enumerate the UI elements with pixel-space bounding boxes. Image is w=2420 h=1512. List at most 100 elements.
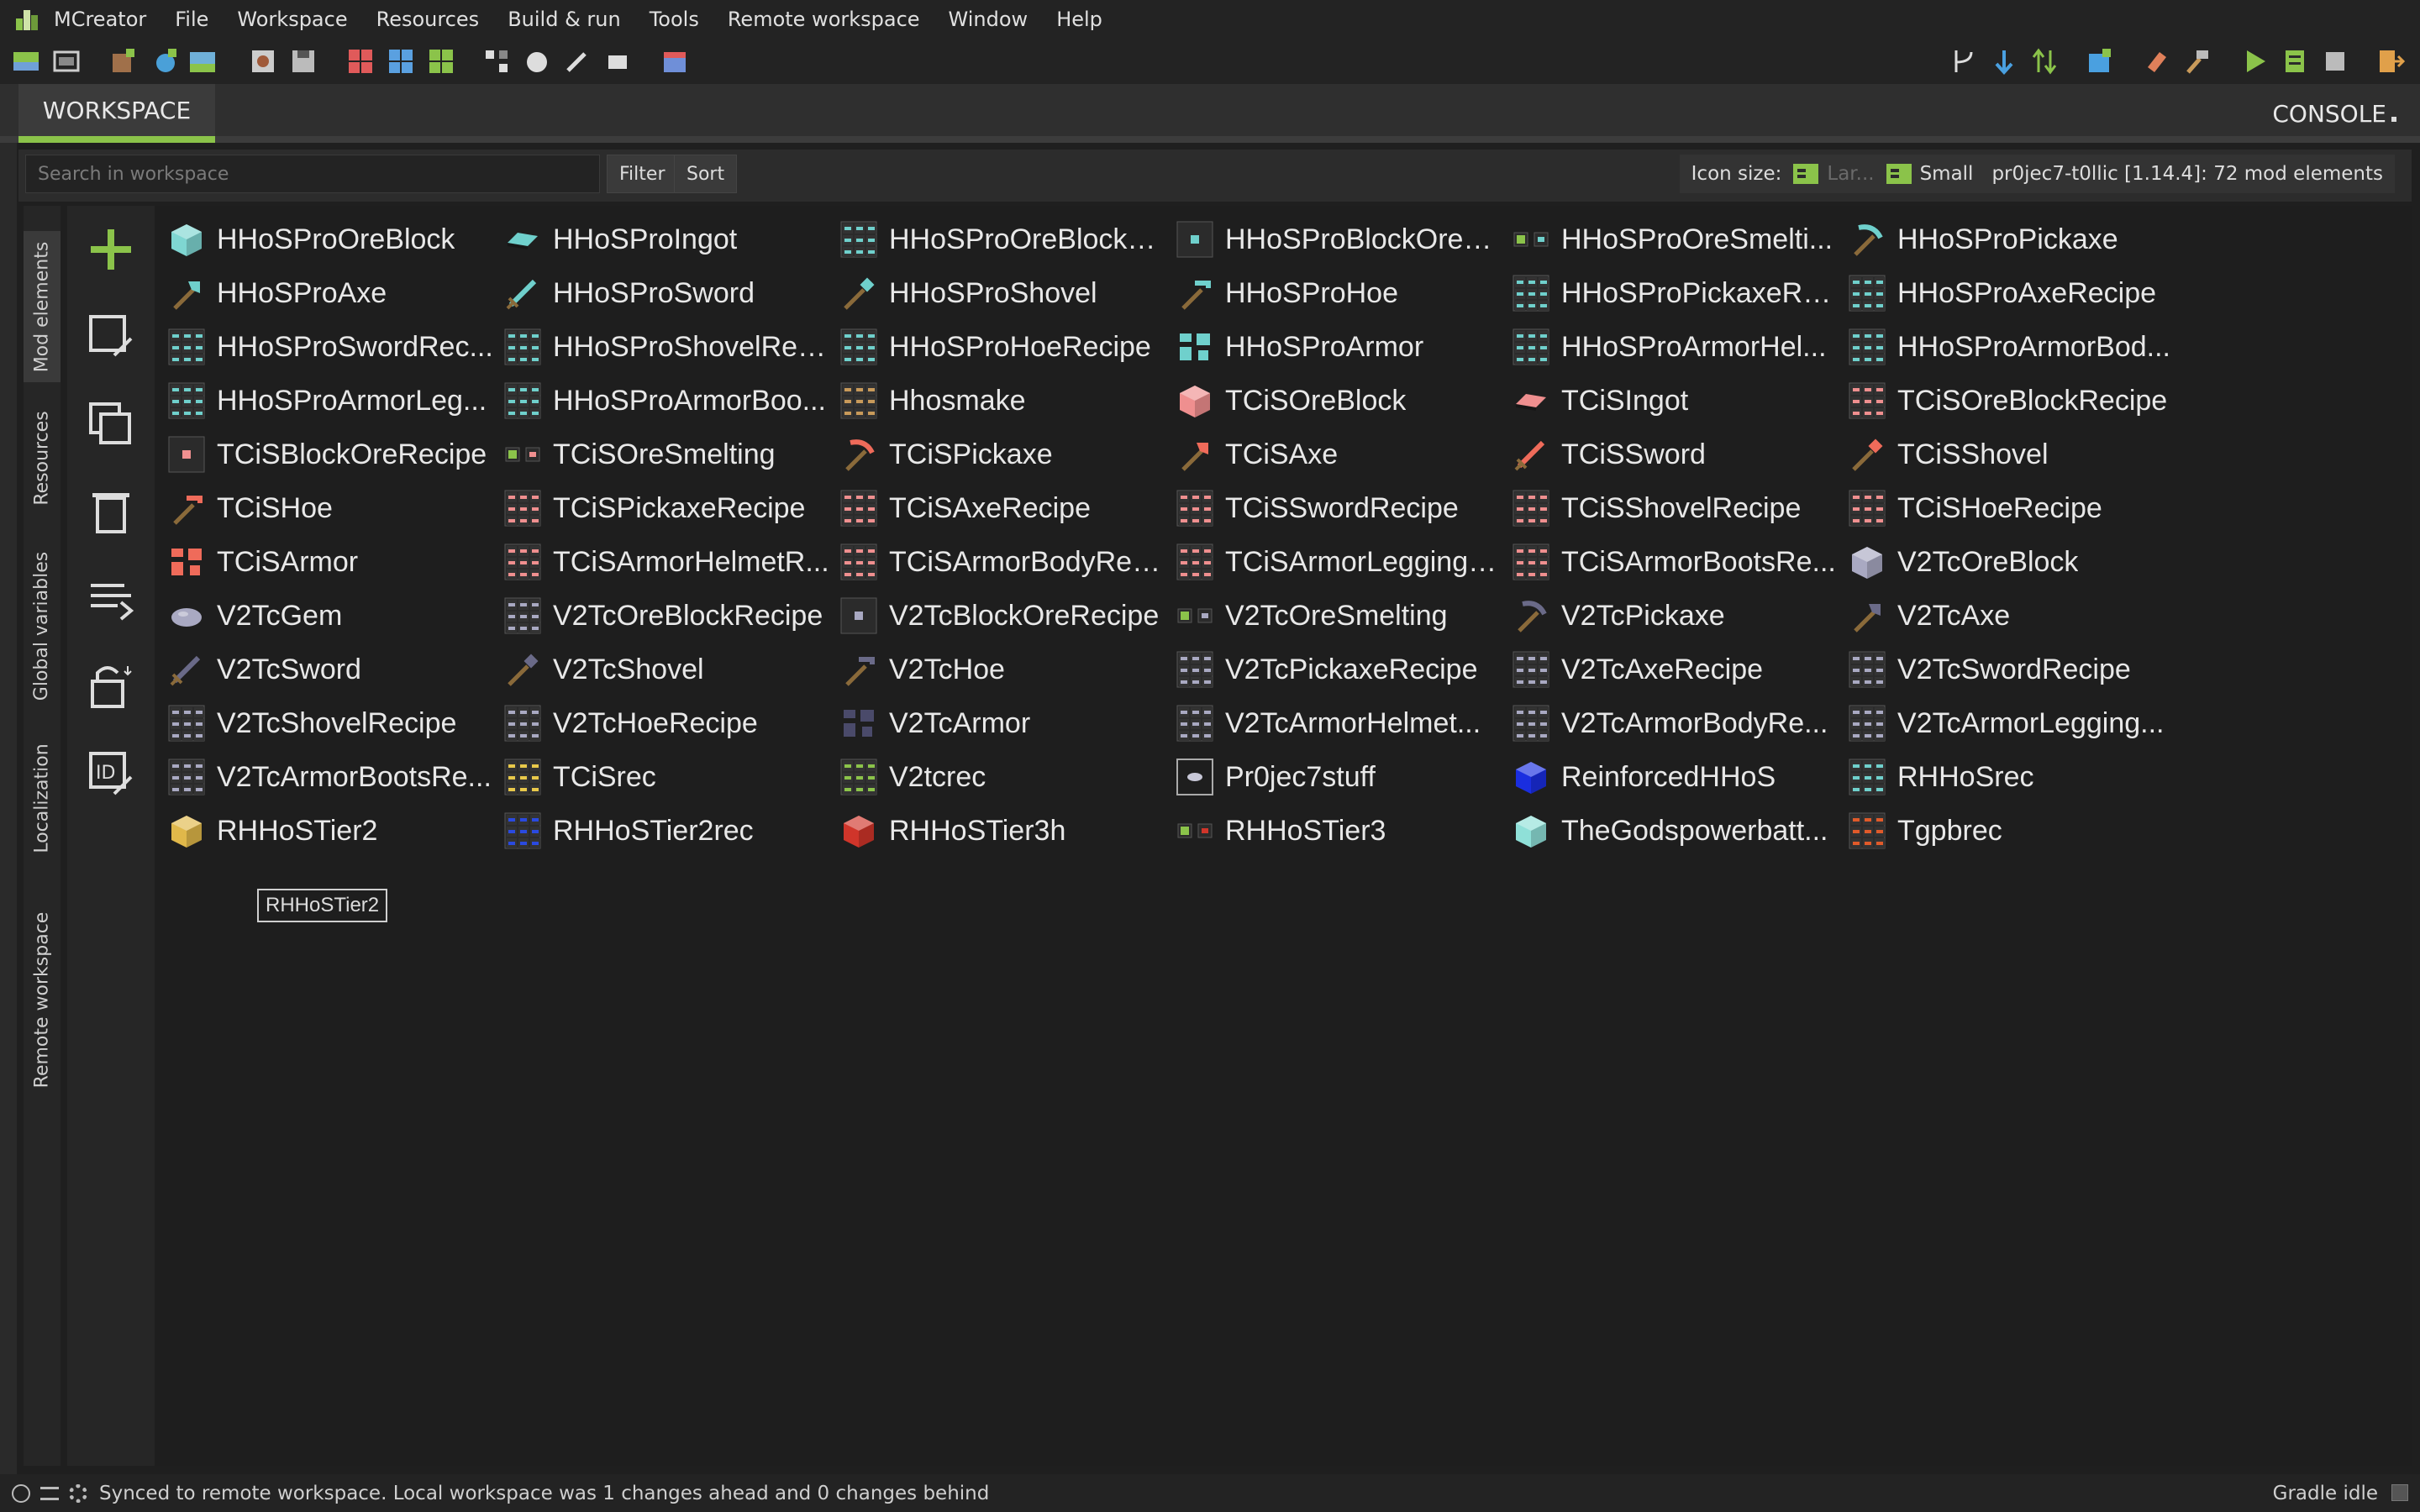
mod-element-item[interactable]: TCiSOreBlockRecipe [1847, 374, 2183, 428]
mod-element-item[interactable]: V2TcPickaxe [1511, 589, 1847, 643]
mod-element-item[interactable]: HHoSProHoe [1175, 266, 1511, 320]
stop-icon[interactable] [2321, 47, 2349, 76]
remote-icon[interactable] [40, 1486, 59, 1500]
mod-element-item[interactable]: V2TcArmorBootsRe... [166, 750, 502, 804]
mod-element-item[interactable]: RHHoSTier2rec [502, 804, 839, 858]
mod-element-item[interactable]: TCiSSword [1511, 428, 1847, 481]
mod-element-item[interactable]: HHoSProSwordRec... [166, 320, 502, 374]
mod-element-item[interactable]: TCiSOreBlock [1175, 374, 1511, 428]
mod-element-item[interactable]: HHoSProArmorHel... [1511, 320, 1847, 374]
menu-resources[interactable]: Resources [376, 8, 480, 31]
export-mod-icon[interactable] [2376, 47, 2406, 76]
settings-gear-icon[interactable] [69, 1483, 87, 1503]
export-icon[interactable] [2086, 47, 2114, 76]
cloud-icon[interactable] [523, 47, 551, 76]
mod-element-item[interactable]: V2TcArmor [839, 696, 1175, 750]
mod-element-item[interactable]: V2tcrec [839, 750, 1175, 804]
import-texture-icon[interactable] [109, 47, 138, 76]
mod-element-item[interactable]: V2TcBlockOreRecipe [839, 589, 1175, 643]
tab-console[interactable]: CONSOLE [2272, 84, 2396, 143]
menu-remote-workspace[interactable]: Remote workspace [728, 8, 920, 31]
import-model-icon[interactable] [188, 47, 217, 76]
info-icon[interactable] [12, 1483, 30, 1503]
mod-element-item[interactable]: TCiSPickaxe [839, 428, 1175, 481]
mod-element-item[interactable]: HHoSProShovel [839, 266, 1175, 320]
mod-element-item[interactable]: TCiSArmorBootsRe... [1511, 535, 1847, 589]
hammer-icon[interactable] [2183, 47, 2212, 76]
import-sound-icon[interactable] [151, 47, 180, 76]
vtab-remote-workspace[interactable]: Remote workspace [24, 903, 60, 1096]
search-input[interactable] [25, 155, 600, 193]
mod-element-item[interactable]: HHoSProOreSmelti... [1511, 213, 1847, 266]
mod-element-item[interactable]: HHoSProSword [502, 266, 839, 320]
structure-icon[interactable] [482, 47, 511, 76]
sort-button[interactable]: Sort [674, 155, 738, 193]
menu-tools[interactable]: Tools [650, 8, 699, 31]
vtab-localization[interactable]: Localization [24, 727, 60, 869]
mod-element-item[interactable]: HHoSProPickaxe [1847, 213, 2183, 266]
menu-build-run[interactable]: Build & run [508, 8, 621, 31]
mod-element-item[interactable]: RHHoSTier3h [839, 804, 1175, 858]
mod-element-item[interactable]: RHHoSTier3 [1175, 804, 1511, 858]
eraser-icon[interactable] [2143, 47, 2171, 76]
mod-element-item[interactable]: HHoSProAxeRecipe [1847, 266, 2183, 320]
menu-workspace[interactable]: Workspace [237, 8, 347, 31]
mod-element-item[interactable]: HHoSProShovelRec... [502, 320, 839, 374]
mod-element-item[interactable]: Tgpbrec [1847, 804, 2183, 858]
mod-element-item[interactable]: V2TcArmorLegging... [1847, 696, 2183, 750]
mod-element-item[interactable]: HHoSProOreBlock [166, 213, 502, 266]
mod-element-item[interactable]: TCiSHoeRecipe [1847, 481, 2183, 535]
mod-element-item[interactable]: HHoSProArmorLeg... [166, 374, 502, 428]
mod-element-item[interactable]: Hhosmake [839, 374, 1175, 428]
menu-help[interactable]: Help [1056, 8, 1102, 31]
mod-element-item[interactable]: RHHoSTier2 [166, 804, 502, 858]
element-id-icon[interactable]: ID [84, 747, 138, 801]
grid-icon[interactable] [427, 47, 455, 76]
code-view-icon[interactable] [84, 572, 138, 626]
open-folder-icon[interactable] [52, 47, 81, 76]
mod-element-item[interactable]: V2TcHoeRecipe [502, 696, 839, 750]
mod-element-item[interactable]: TCiSHoe [166, 481, 502, 535]
mod-element-item[interactable]: V2TcPickaxeRecipe [1175, 643, 1511, 696]
icon-size-large-option[interactable]: Lar... [1793, 163, 1875, 185]
mod-element-item[interactable]: V2TcGem [166, 589, 502, 643]
mod-element-item[interactable]: TCiSShovel [1847, 428, 2183, 481]
mod-element-item[interactable]: V2TcArmorBodyRe... [1511, 696, 1847, 750]
mod-element-item[interactable]: V2TcAxe [1847, 589, 2183, 643]
run-server-icon[interactable] [2281, 47, 2309, 76]
mod-element-item[interactable]: V2TcOreBlockRecipe [502, 589, 839, 643]
mod-element-item[interactable]: HHoSProIngot [502, 213, 839, 266]
mod-element-item[interactable]: TCiSPickaxeRecipe [502, 481, 839, 535]
mod-element-item[interactable]: TCiSIngot [1511, 374, 1847, 428]
vtab-resources[interactable]: Resources [24, 399, 60, 517]
texture-maker-icon[interactable] [346, 47, 375, 76]
duplicate-element-icon[interactable] [84, 397, 138, 451]
mod-element-item[interactable]: V2TcSwordRecipe [1847, 643, 2183, 696]
icon-size-small-option[interactable]: Small [1886, 163, 1973, 185]
menu-file[interactable]: File [175, 8, 208, 31]
mod-element-item[interactable]: V2TcShovelRecipe [166, 696, 502, 750]
add-element-icon[interactable] [84, 223, 138, 276]
mod-element-item[interactable]: HHoSProArmorBod... [1847, 320, 2183, 374]
mod-element-item[interactable]: TCiSArmorLeggings... [1175, 535, 1511, 589]
mod-element-item[interactable]: V2TcAxeRecipe [1511, 643, 1847, 696]
layout-icon[interactable] [387, 47, 415, 76]
mod-element-item[interactable]: V2TcShovel [502, 643, 839, 696]
mod-element-item[interactable]: TCiSArmorBodyRec... [839, 535, 1175, 589]
tools-icon[interactable] [563, 47, 592, 76]
run-client-icon[interactable] [2240, 47, 2269, 76]
edit-element-icon[interactable] [84, 310, 138, 364]
mod-element-item[interactable]: HHoSProArmorBoo... [502, 374, 839, 428]
mod-element-item[interactable]: TCiSOreSmelting [502, 428, 839, 481]
left-edge-handle[interactable] [0, 84, 17, 1474]
mod-element-item[interactable]: TCiSrec [502, 750, 839, 804]
plugins-icon[interactable] [603, 47, 632, 76]
mod-element-item[interactable]: V2TcSword [166, 643, 502, 696]
mod-element-item[interactable]: TCiSSwordRecipe [1175, 481, 1511, 535]
mod-element-item[interactable]: HHoSProArmor [1175, 320, 1511, 374]
record-icon[interactable] [249, 47, 277, 76]
mod-element-item[interactable]: TCiSBlockOreRecipe [166, 428, 502, 481]
mod-element-item[interactable]: HHoSProAxe [166, 266, 502, 320]
mod-element-item[interactable]: Pr0jec7stuff [1175, 750, 1511, 804]
mod-element-item[interactable]: V2TcOreBlock [1847, 535, 2183, 589]
